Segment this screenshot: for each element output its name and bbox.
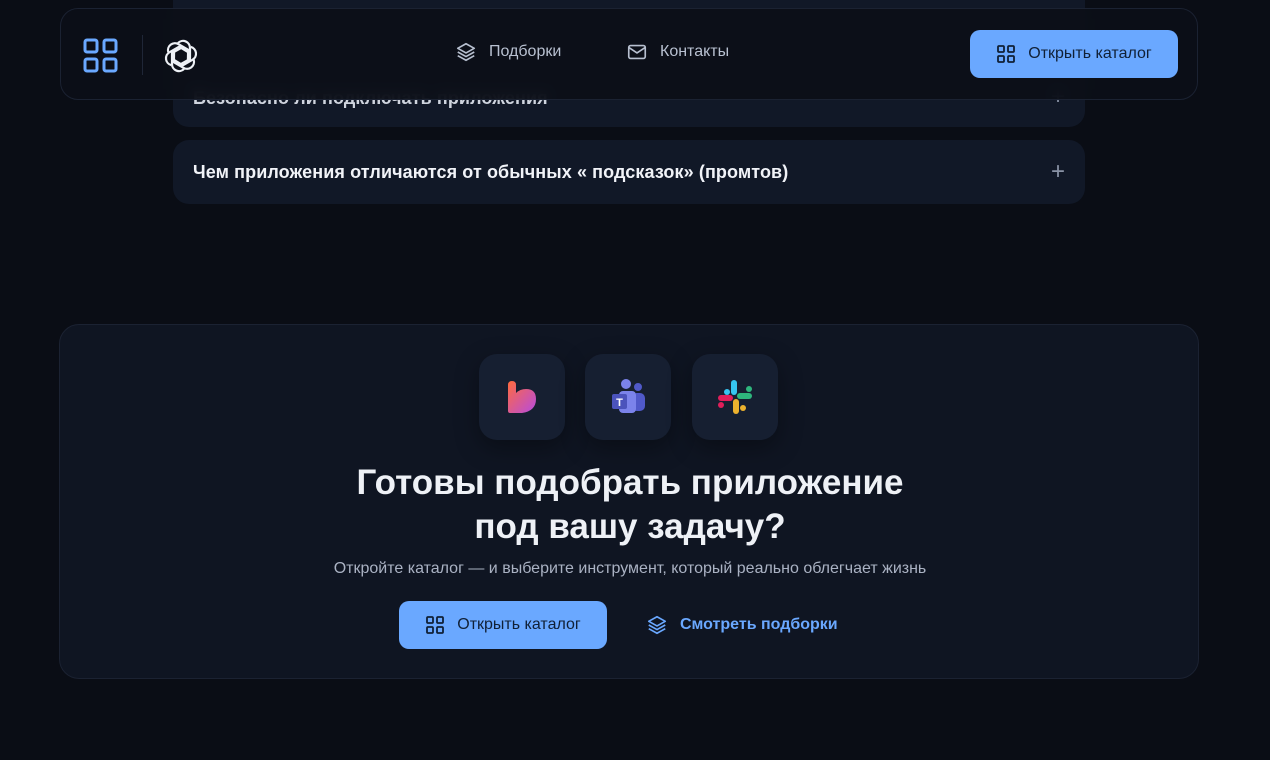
plus-icon[interactable]: + [1051,160,1065,184]
cta-open-catalog-button[interactable]: Открыть каталог [399,601,607,649]
microsoft-teams-icon: T [612,379,645,413]
svg-text:T: T [616,397,623,409]
faq-question: Чем приложения отличаются от обычных « п… [193,161,789,182]
grid-icon [997,45,1016,63]
mail-icon [627,44,647,60]
header-divider [142,35,143,75]
nav-link-collections[interactable]: Подборки [455,41,561,63]
cta-title-line1: Готовы подобрать приложение [356,463,904,502]
cta-subtitle: Откройте каталог — и выберите инструмент… [333,560,927,577]
nav-link-contacts[interactable]: Контакты [626,41,729,63]
openai-logo-icon[interactable] [161,36,201,76]
button-label: Смотреть подборки [680,616,838,633]
slack-icon [718,380,752,414]
grid-logo-icon[interactable] [83,38,118,73]
faq-item-prompts[interactable]: Чем приложения отличаются от обычных « п… [173,140,1085,204]
cta-title-line2: под вашу задачу? [474,507,786,546]
open-catalog-button[interactable]: Открыть каталог [970,30,1178,78]
layers-icon [647,615,667,635]
nav-label: Подборки [489,43,562,60]
page: Безопасно ли подключать приложения + Чем… [0,0,1270,760]
heart-app-icon [508,381,536,413]
button-label: Открыть каталог [1028,45,1152,62]
cta-card: T Готовы подобрать приложение под вашу з… [59,324,1199,679]
layers-icon [456,42,476,62]
button-label: Открыть каталог [457,616,581,633]
app-tile-slack[interactable] [692,354,778,440]
cta-title: Готовы подобрать приложение под вашу зад… [60,461,1200,549]
grid-icon [426,616,445,634]
app-tile-teams[interactable]: T [585,354,671,440]
app-tile-heart[interactable] [479,354,565,440]
site-header: Подборки Контакты Открыть каталог [60,8,1198,100]
nav-label: Контакты [660,43,730,60]
view-collections-button[interactable]: Смотреть подборки [646,601,838,649]
